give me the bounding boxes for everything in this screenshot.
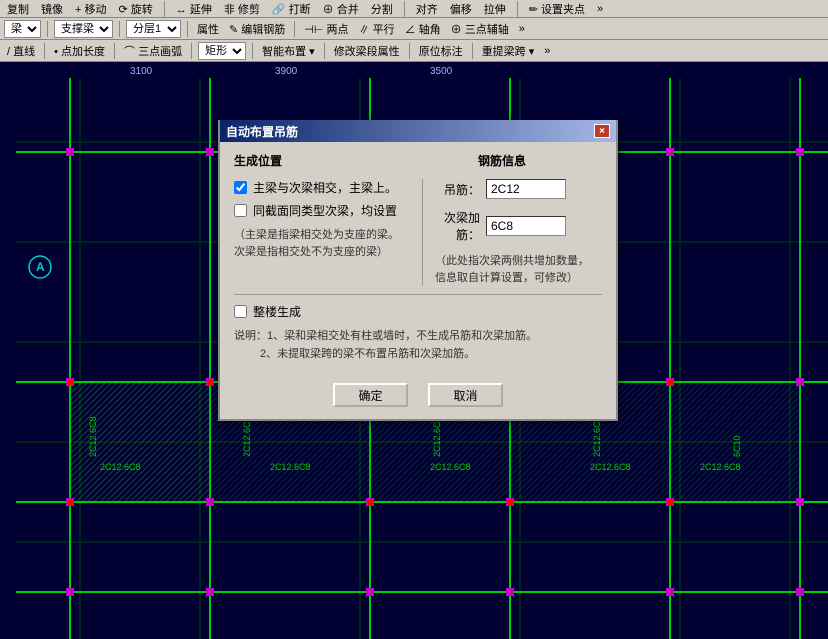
note-line1: 说明：1、梁和梁相交处有柱或墙时，不生成吊筋和次梁加筋。 — [234, 330, 537, 342]
cijia-label: 次梁加筋： — [435, 209, 480, 243]
confirm-button[interactable]: 确定 — [333, 383, 408, 407]
dialog-footer: 确定 取消 — [220, 373, 616, 419]
dongji-input[interactable] — [486, 179, 566, 199]
separator-1 — [234, 294, 602, 295]
dialog-columns: 主梁与次梁相交，主梁上。 同截面同类型次梁，均设置 （主梁是指梁相交处为支座的梁… — [234, 179, 602, 286]
checkbox-wholebuild[interactable] — [234, 305, 247, 318]
dialog-overlay: 自动布置吊筋 × 生成位置 钢筋信息 主梁与次梁相交，主梁上。 — [0, 0, 828, 639]
note-line2: 2、未提取梁跨的梁不布置吊筋和次梁加筋。 — [234, 348, 475, 360]
cijia-row: 次梁加筋： — [435, 209, 602, 243]
dongji-row: 吊筋： — [435, 179, 602, 199]
dongji-label: 吊筋： — [435, 181, 480, 198]
wholebuild-row: 整楼生成 — [234, 303, 602, 320]
cijia-input[interactable] — [486, 216, 566, 236]
dialog-title-text: 自动布置吊筋 — [226, 123, 298, 140]
dialog-close-button[interactable]: × — [594, 124, 610, 138]
section-right-title: 钢筋信息 — [478, 152, 602, 169]
checkbox-row-2: 同截面同类型次梁，均设置 — [234, 202, 412, 219]
auto-place-stirrup-dialog: 自动布置吊筋 × 生成位置 钢筋信息 主梁与次梁相交，主梁上。 — [218, 120, 618, 421]
rebar-note: （此处指次梁两侧共增加数量，信息取自计算设置，可修改） — [435, 253, 602, 286]
wholebuild-label: 整楼生成 — [253, 303, 301, 320]
checkbox-row-1: 主梁与次梁相交，主梁上。 — [234, 179, 412, 196]
notes-block: 说明：1、梁和梁相交处有柱或墙时，不生成吊筋和次梁加筋。 2、未提取梁跨的梁不布… — [234, 328, 602, 363]
cancel-button[interactable]: 取消 — [428, 383, 503, 407]
section-left-title: 生成位置 — [234, 152, 358, 169]
section-headers: 生成位置 钢筋信息 — [234, 152, 602, 169]
checkbox-main-beam[interactable] — [234, 181, 247, 194]
right-column: 吊筋： 次梁加筋： （此处指次梁两侧共增加数量，信息取自计算设置，可修改） — [422, 179, 602, 286]
dialog-titlebar: 自动布置吊筋 × — [220, 120, 616, 142]
left-column: 主梁与次梁相交，主梁上。 同截面同类型次梁，均设置 （主梁是指梁相交处为支座的梁… — [234, 179, 422, 286]
checkbox-main-beam-label: 主梁与次梁相交，主梁上。 — [253, 179, 397, 196]
checkbox-same-section[interactable] — [234, 204, 247, 217]
checkbox-same-section-label: 同截面同类型次梁，均设置 — [253, 202, 397, 219]
note-beam-definition: （主梁是指梁相交处为支座的梁。次梁是指相交处不为支座的梁） — [234, 227, 412, 260]
dialog-body: 生成位置 钢筋信息 主梁与次梁相交，主梁上。 同截面同类型次梁，均设置 （主梁是… — [220, 142, 616, 373]
